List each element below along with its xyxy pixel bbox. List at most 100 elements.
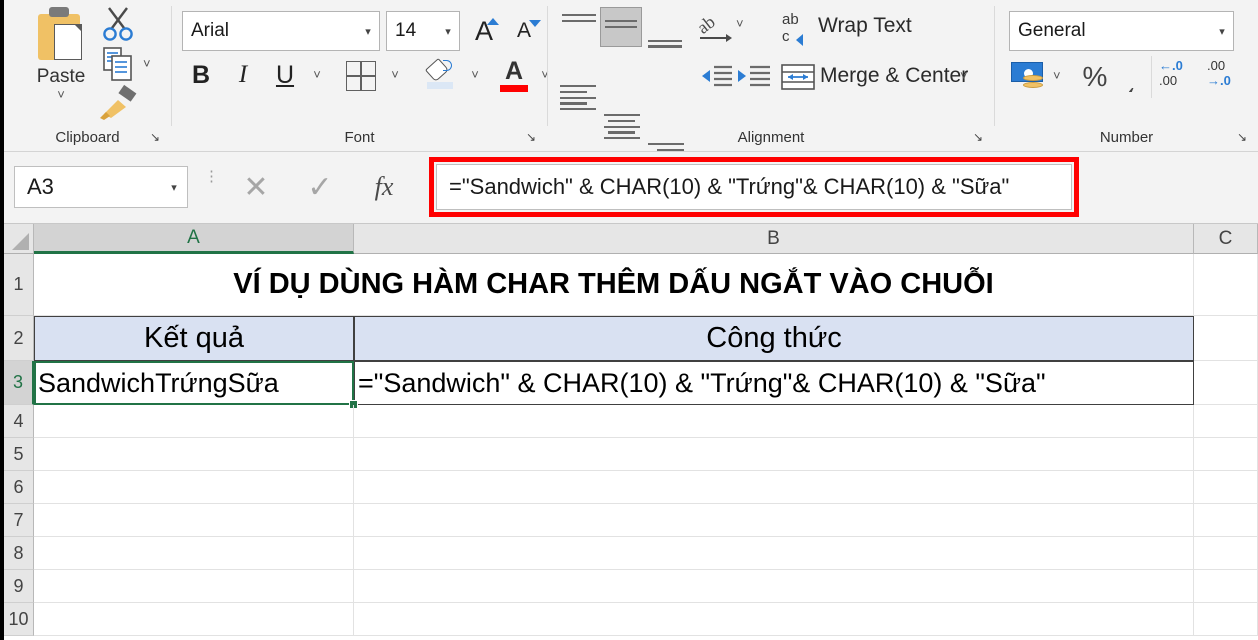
clipboard-dialog-launcher[interactable]: ↘ xyxy=(150,131,163,144)
row-header-10[interactable]: 10 xyxy=(4,603,34,636)
paste-button[interactable]: Paste ˅ xyxy=(26,6,96,116)
cell-c10[interactable] xyxy=(1194,603,1258,636)
merge-center-button[interactable] xyxy=(780,62,816,92)
font-size-input[interactable]: 14 ▾ xyxy=(386,11,460,51)
orientation-dropdown-caret[interactable]: ˅ xyxy=(736,16,744,31)
underline-dropdown-caret[interactable]: ˅ xyxy=(306,60,328,88)
cell-c1[interactable] xyxy=(1194,254,1258,316)
cell-b2[interactable]: Công thức xyxy=(354,316,1194,361)
cut-button[interactable] xyxy=(96,4,140,44)
cell-b6[interactable] xyxy=(354,471,1194,504)
cell-c8[interactable] xyxy=(1194,537,1258,570)
copy-button[interactable] xyxy=(96,44,140,84)
row-header-5[interactable]: 5 xyxy=(4,438,34,471)
column-header-c[interactable]: C xyxy=(1194,224,1258,254)
cell-a7[interactable] xyxy=(34,504,354,537)
select-all-corner[interactable] xyxy=(4,224,34,254)
borders-button[interactable] xyxy=(340,58,382,94)
spreadsheet-grid: A B C 1 2 3 4 5 6 7 8 9 10 VÍ DỤ DÙNG HÀ… xyxy=(4,224,1258,640)
increase-font-size-button[interactable]: A xyxy=(465,12,503,50)
chevron-down-icon[interactable]: ▾ xyxy=(437,25,459,38)
chevron-down-icon[interactable]: ▾ xyxy=(1211,25,1233,38)
cell-c2[interactable] xyxy=(1194,316,1258,361)
number-dialog-launcher[interactable]: ↘ xyxy=(1237,131,1250,144)
cell-c6[interactable] xyxy=(1194,471,1258,504)
column-header-b[interactable]: B xyxy=(354,224,1194,254)
decrease-indent-button[interactable] xyxy=(696,62,734,97)
row-header-4[interactable]: 4 xyxy=(4,405,34,438)
cell-a3[interactable]: SandwichTrứngSữa xyxy=(34,361,354,405)
font-color-button[interactable]: A xyxy=(494,54,534,96)
cell-a4[interactable] xyxy=(34,405,354,438)
row-header-7[interactable]: 7 xyxy=(4,504,34,537)
fill-color-button[interactable] xyxy=(420,56,462,96)
row-header-3[interactable]: 3 xyxy=(4,361,34,405)
row-header-8[interactable]: 8 xyxy=(4,537,34,570)
accounting-dropdown-caret[interactable]: ˅ xyxy=(1053,68,1061,83)
row-header-1[interactable]: 1 xyxy=(4,254,34,316)
cell-c5[interactable] xyxy=(1194,438,1258,471)
cell-b3[interactable]: ="Sandwich" & CHAR(10) & "Trứng"& CHAR(1… xyxy=(354,361,1194,405)
align-bottom-button[interactable] xyxy=(648,39,682,48)
column-header-a[interactable]: A xyxy=(34,224,354,254)
cell-c9[interactable] xyxy=(1194,570,1258,603)
chevron-down-icon[interactable]: ▾ xyxy=(161,181,187,194)
cell-a5[interactable] xyxy=(34,438,354,471)
cell-a9[interactable] xyxy=(34,570,354,603)
comma-style-button[interactable]: ͵ xyxy=(1117,58,1147,96)
confirm-check-icon[interactable]: ✓ xyxy=(292,166,348,208)
paste-dropdown-caret[interactable]: ˅ xyxy=(26,88,96,101)
wrap-text-label[interactable]: Wrap Text xyxy=(818,14,912,38)
row-header-6[interactable]: 6 xyxy=(4,471,34,504)
cell-b4[interactable] xyxy=(354,405,1194,438)
cell-a6[interactable] xyxy=(34,471,354,504)
merge-center-label[interactable]: Merge & Center xyxy=(820,64,968,88)
name-box[interactable]: A3 ▾ xyxy=(14,166,188,208)
fill-color-dropdown-caret[interactable]: ˅ xyxy=(464,60,486,88)
cell-b10[interactable] xyxy=(354,603,1194,636)
chevron-down-icon[interactable]: ▾ xyxy=(357,25,379,38)
cell-b5[interactable] xyxy=(354,438,1194,471)
cell-b8[interactable] xyxy=(354,537,1194,570)
row-header-9[interactable]: 9 xyxy=(4,570,34,603)
row-header-2[interactable]: 2 xyxy=(4,316,34,361)
align-middle-button[interactable] xyxy=(600,7,642,47)
italic-button[interactable]: I xyxy=(224,56,262,94)
format-painter-button[interactable] xyxy=(96,84,142,122)
down-arrow-icon xyxy=(529,20,541,27)
increase-decimal-button[interactable]: ←.0 .00 xyxy=(1159,58,1209,96)
align-left-button[interactable] xyxy=(560,85,596,111)
decrease-decimal-button[interactable]: .00 →.0 xyxy=(1207,58,1257,96)
cell-c3[interactable] xyxy=(1194,361,1258,405)
number-format-select[interactable]: General ▾ xyxy=(1009,11,1234,51)
formula-bar-grip[interactable]: ⋮ xyxy=(204,169,219,202)
copy-icon xyxy=(103,47,132,81)
percent-style-button[interactable]: % xyxy=(1077,58,1113,96)
merge-center-dropdown-caret[interactable]: ˅ xyxy=(960,68,968,83)
underline-button[interactable]: U xyxy=(266,56,304,94)
cell-a8[interactable] xyxy=(34,537,354,570)
orientation-button[interactable]: ab xyxy=(693,10,734,46)
align-top-button[interactable] xyxy=(562,14,596,22)
formula-input[interactable]: ="Sandwich" & CHAR(10) & "Trứng"& CHAR(1… xyxy=(436,164,1072,210)
bold-button[interactable]: B xyxy=(182,56,220,94)
cell-a2[interactable]: Kết quả xyxy=(34,316,354,361)
cell-c7[interactable] xyxy=(1194,504,1258,537)
cell-b9[interactable] xyxy=(354,570,1194,603)
borders-dropdown-caret[interactable]: ˅ xyxy=(384,60,406,88)
font-name-input[interactable]: Arial ▾ xyxy=(182,11,380,51)
cell-c4[interactable] xyxy=(1194,405,1258,438)
cell-b7[interactable] xyxy=(354,504,1194,537)
decrease-font-size-button[interactable]: A xyxy=(505,12,543,50)
increase-indent-button[interactable] xyxy=(734,62,772,97)
font-dialog-launcher[interactable]: ↘ xyxy=(526,131,539,144)
ribbon-group-number: General ▾ ˅ % ͵ ←.0 .00 .00 →.0 Number ↘ xyxy=(995,0,1258,152)
cell-a1-title[interactable]: VÍ DỤ DÙNG HÀM CHAR THÊM DẤU NGẮT VÀO CH… xyxy=(34,254,1194,316)
alignment-dialog-launcher[interactable]: ↘ xyxy=(973,131,986,144)
insert-function-icon[interactable]: fx xyxy=(356,166,412,208)
accounting-format-button[interactable] xyxy=(1009,60,1051,96)
cancel-icon[interactable]: ✕ xyxy=(228,166,284,208)
cell-a10[interactable] xyxy=(34,603,354,636)
wrap-text-button[interactable]: ab c xyxy=(780,8,814,46)
copy-dropdown-caret[interactable]: ˅ xyxy=(143,56,151,71)
